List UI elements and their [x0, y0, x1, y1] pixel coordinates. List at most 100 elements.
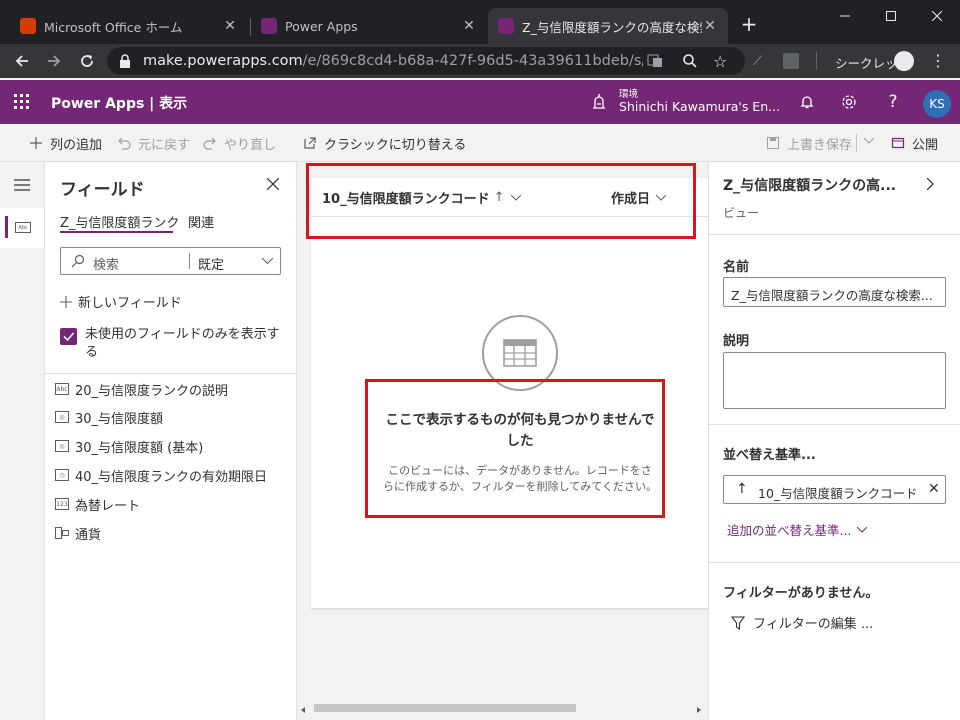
browser-tab-office[interactable]: Microsoft Office ホーム ✕ [10, 8, 248, 44]
save-button[interactable]: 上書き保存 [765, 132, 852, 154]
description-field[interactable] [723, 352, 946, 409]
field-label: 30_与信限度額 [75, 411, 164, 427]
close-icon[interactable]: ✕ [461, 18, 477, 34]
app-launcher-icon[interactable] [14, 94, 30, 110]
environment-name[interactable]: Shinichi Kawamura's En... [619, 99, 780, 114]
unused-fields-checkbox[interactable] [60, 328, 77, 345]
sort-ascending-icon: ↑ [736, 481, 748, 497]
new-tab-button[interactable]: + [737, 12, 761, 36]
chevron-down-icon[interactable] [864, 138, 874, 144]
new-field-button[interactable]: 新しいフィールド [60, 292, 182, 311]
properties-divider [709, 424, 960, 425]
zoom-icon[interactable] [682, 53, 698, 69]
undo-button[interactable]: 元に戻す [116, 132, 190, 154]
search-icon [71, 254, 85, 268]
chevron-down-icon [857, 526, 868, 533]
unused-fields-label: 未使用のフィールドのみを表示する [85, 327, 280, 360]
url-host: make.powerapps.com [143, 53, 303, 69]
back-arrow-icon[interactable] [12, 51, 32, 71]
address-bar[interactable]: make.powerapps.com/e/869c8cd4-b68a-427f-… [107, 47, 745, 75]
avatar[interactable]: KS [923, 90, 951, 118]
scrollbar-thumb[interactable] [314, 704, 576, 712]
remove-sort-icon[interactable]: ✕ [928, 481, 940, 497]
publish-button[interactable]: 公開 [890, 132, 938, 154]
incognito-icon[interactable] [894, 51, 914, 71]
tab-related[interactable]: 関連 [188, 212, 214, 231]
browser-tab-strip: Microsoft Office ホーム ✕ Power Apps ✕ Z_与信… [0, 0, 960, 44]
close-window-button[interactable] [914, 0, 960, 32]
chevron-down-icon[interactable] [262, 258, 273, 264]
field-label: 為替レート [75, 498, 141, 514]
hamburger-menu-icon[interactable] [14, 178, 30, 192]
tab-active-underline [60, 231, 173, 233]
field-list-item[interactable]: ◎ 30_与信限度額 (基本) [55, 436, 203, 456]
switch-to-classic-button[interactable]: クラシックに切り替える [302, 132, 466, 154]
browser-tab-active[interactable]: Z_与信限度額ランクの高度な検索ビ ✕ [488, 8, 728, 44]
close-icon[interactable]: ✕ [702, 18, 718, 34]
field-list-item[interactable]: Abc 20_与信限度ランクの説明 [55, 379, 228, 399]
scroll-right-icon[interactable] [697, 707, 701, 713]
highlight-annotation [306, 163, 696, 239]
horizontal-scrollbar[interactable] [297, 700, 708, 720]
currency-field-icon: ◎ [55, 440, 69, 452]
undo-label: 元に戻す [138, 137, 191, 153]
field-list-item[interactable]: 通貨 [55, 523, 101, 543]
close-icon[interactable]: ✕ [222, 18, 238, 34]
active-indicator [5, 216, 8, 238]
field-label: 通貨 [75, 527, 102, 543]
scroll-left-icon[interactable] [301, 707, 305, 713]
field-filter-dropdown[interactable]: 既定 [198, 254, 224, 273]
chevron-right-icon[interactable] [927, 178, 934, 190]
lock-icon [119, 54, 131, 68]
plus-icon [28, 135, 44, 151]
name-field[interactable]: Z_与信限度額ランクの高度な検索... [723, 277, 946, 307]
bookmark-star-icon[interactable]: ☆ [713, 52, 727, 71]
url-text: make.powerapps.com/e/869c8cd4-b68a-427f-… [143, 53, 643, 69]
close-icon[interactable] [267, 178, 279, 190]
field-list-item[interactable]: ◷ 40_与信限度ランクの有効期限日 [55, 465, 267, 485]
date-field-icon: ◷ [55, 469, 69, 481]
fields-divider [45, 373, 296, 374]
redo-icon [202, 135, 218, 151]
add-sort-button[interactable]: 追加の並べ替え基準... [727, 520, 868, 539]
minimize-button[interactable] [822, 0, 868, 32]
name-label: 名前 [723, 260, 750, 275]
add-column-button[interactable]: 列の追加 [28, 132, 102, 154]
fields-pane: フィールド Z_与信限度額ランク 関連 検索 既定 新しいフィールド 未使用のフ… [45, 162, 297, 720]
notification-bell-icon[interactable] [797, 92, 817, 112]
add-sort-label: 追加の並べ替え基準... [727, 523, 852, 538]
properties-pane: Z_与信限度額ランクの高... ビュー 名前 Z_与信限度額ランクの高度な検索.… [708, 162, 960, 720]
rail-item-fields[interactable]: Abc [0, 208, 44, 248]
switch-to-classic-label: クラシックに切り替える [324, 137, 467, 153]
sort-by-item[interactable]: ↑ 10_与信限度額ランクコード ✕ [723, 475, 946, 504]
field-list-item[interactable]: ◎ 30_与信限度額 [55, 407, 163, 427]
more-menu-icon[interactable]: ⋮ [930, 51, 946, 70]
redo-button[interactable]: やり直し [202, 132, 276, 154]
maximize-button[interactable] [868, 0, 914, 32]
publish-icon [890, 135, 906, 151]
tab-table-fields[interactable]: Z_与信限度額ランク [60, 212, 179, 231]
extension-icon[interactable]: ⟋ [753, 54, 762, 69]
search-input[interactable]: 検索 [93, 254, 119, 273]
toolbar-separator [816, 52, 817, 70]
text-field-icon: Abc [15, 222, 31, 233]
field-list-item[interactable]: 123 為替レート [55, 494, 140, 514]
extension-grid-icon[interactable] [783, 53, 799, 69]
forward-arrow-icon[interactable] [44, 51, 64, 71]
properties-subtitle: ビュー [723, 206, 760, 220]
translate-icon[interactable] [647, 53, 663, 69]
search-divider [189, 253, 190, 269]
help-icon[interactable]: ? [883, 92, 903, 112]
environment-icon [590, 92, 608, 110]
browser-tab-powerapps[interactable]: Power Apps ✕ [251, 8, 487, 44]
settings-gear-icon[interactable] [839, 92, 859, 112]
properties-title: Z_与信限度額ランクの高... [723, 178, 897, 194]
filter-icon [731, 615, 745, 630]
reload-icon[interactable] [77, 51, 97, 71]
command-bar: 列の追加 元に戻す やり直し クラシックに切り替える 上書き保存 公開 [0, 124, 960, 162]
properties-divider [709, 234, 960, 235]
edit-filter-label: フィルターの編集 ... [753, 617, 874, 632]
external-link-icon [302, 135, 318, 151]
highlight-annotation [365, 379, 665, 518]
edit-filter-button[interactable]: フィルターの編集 ... [731, 613, 873, 632]
